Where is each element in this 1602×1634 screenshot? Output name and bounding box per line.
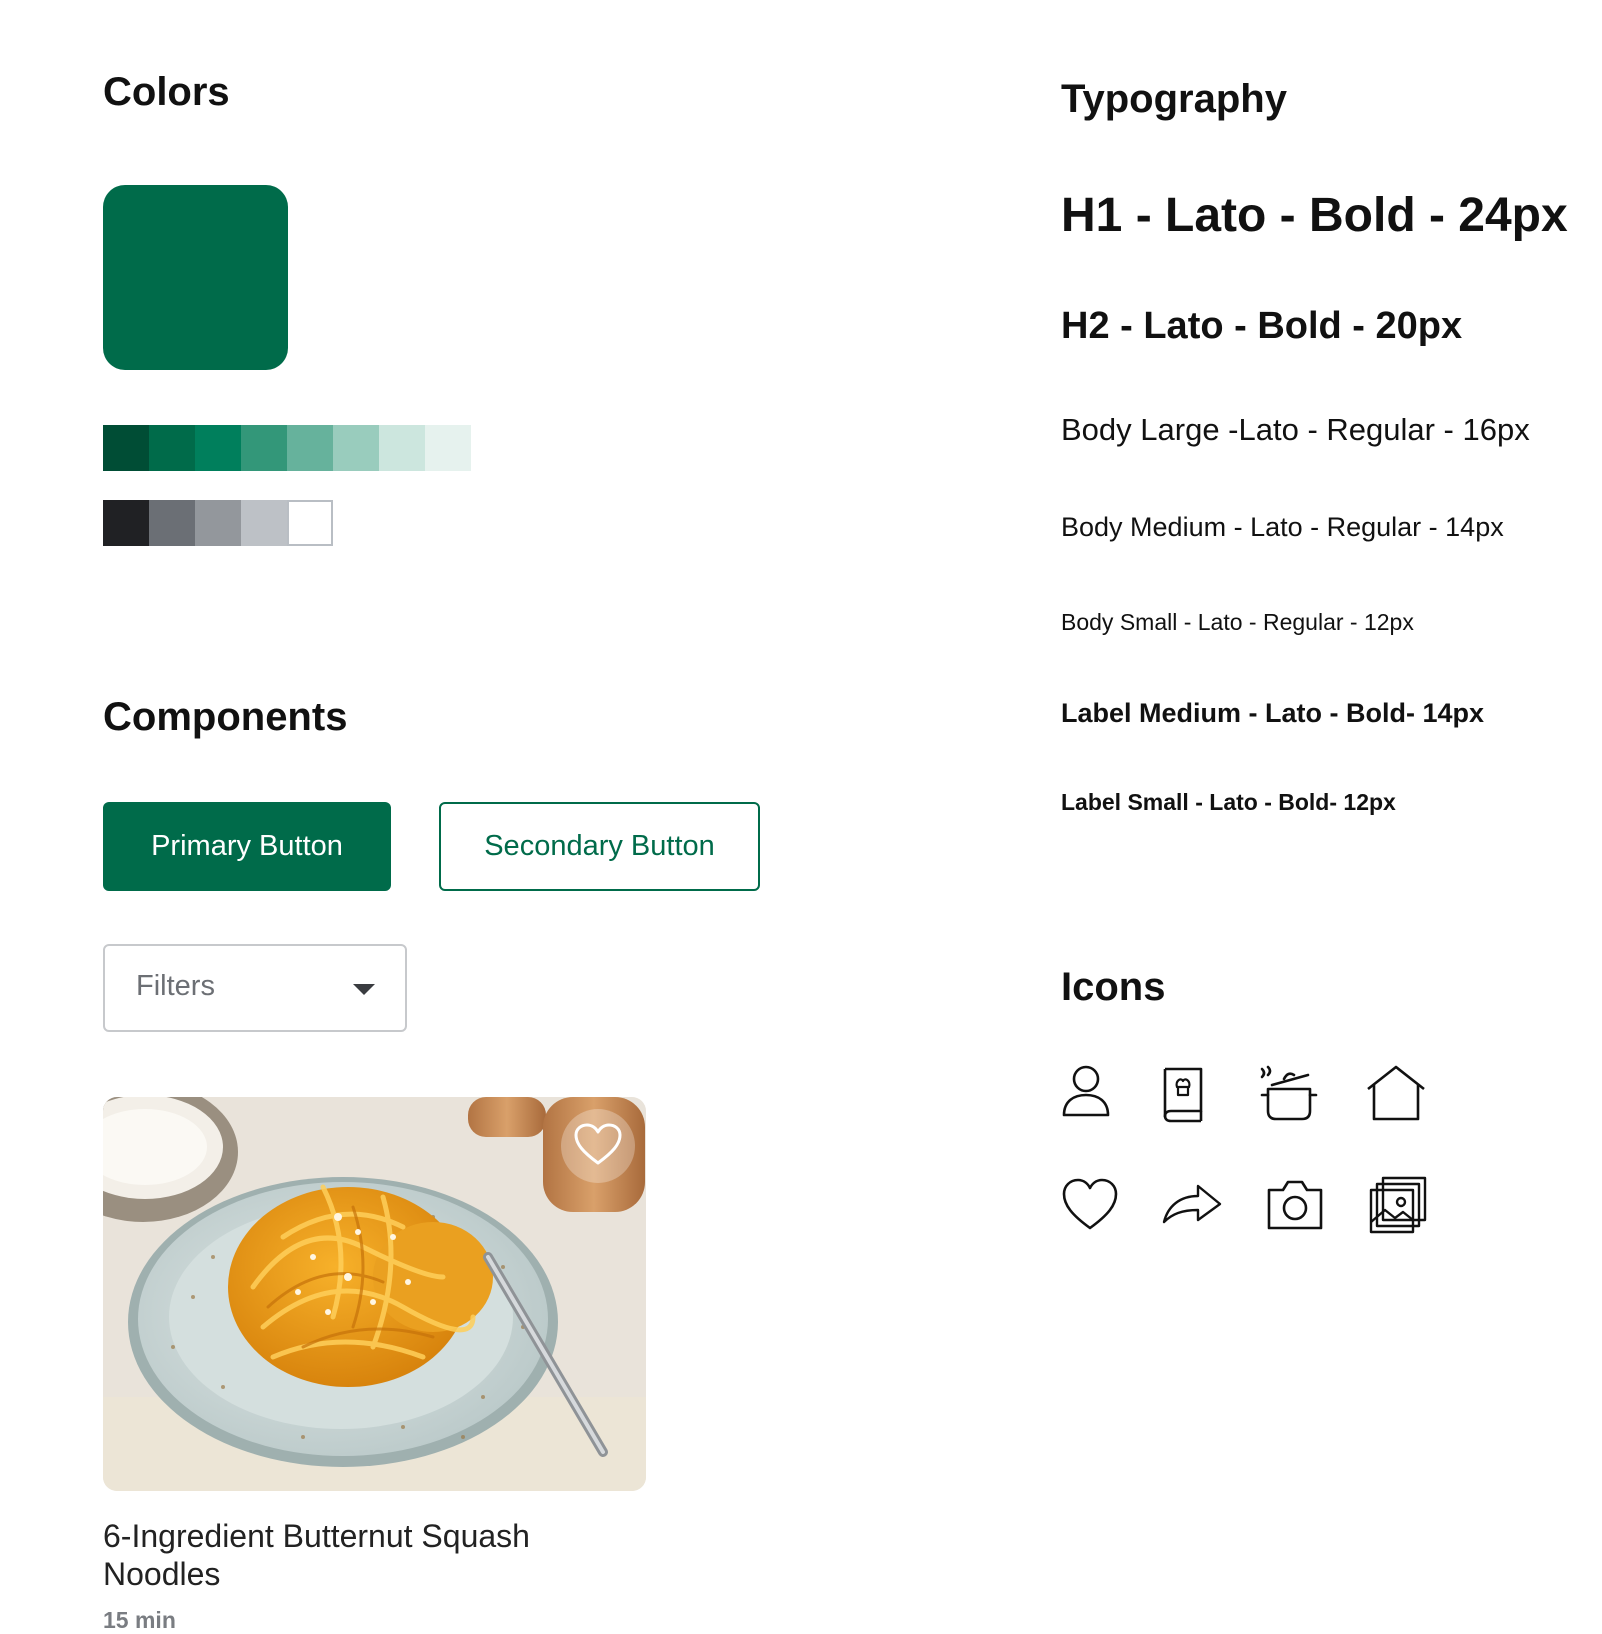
neutral-swatch-3 <box>195 500 241 546</box>
user-icon[interactable] <box>1054 1061 1118 1125</box>
type-sample-h1: H1 - Lato - Bold - 24px <box>1061 189 1568 242</box>
favorite-button[interactable] <box>561 1109 635 1183</box>
green-swatch-7 <box>379 425 425 471</box>
share-arrow-icon[interactable] <box>1160 1172 1224 1236</box>
icons-heading: Icons <box>1061 965 1166 1009</box>
green-swatch-2 <box>149 425 195 471</box>
type-sample-body-medium: Body Medium - Lato - Regular - 14px <box>1061 512 1504 542</box>
neutral-swatch-4 <box>241 500 287 546</box>
cookbook-icon[interactable] <box>1151 1061 1215 1125</box>
neutral-palette <box>103 500 333 546</box>
heart-icon[interactable] <box>1058 1172 1122 1236</box>
home-icon[interactable] <box>1364 1061 1428 1125</box>
heart-outline-icon <box>573 1122 623 1171</box>
neutral-swatch-5 <box>287 500 333 546</box>
type-sample-h2: H2 - Lato - Bold - 20px <box>1061 305 1463 347</box>
neutral-swatch-2 <box>149 500 195 546</box>
chevron-down-icon <box>353 984 375 995</box>
green-swatch-3 <box>195 425 241 471</box>
green-palette <box>103 425 471 471</box>
brand-color-swatch <box>103 185 288 370</box>
green-swatch-8 <box>425 425 471 471</box>
recipe-card-title[interactable]: 6-Ingredient Butternut Squash Noodles <box>103 1517 623 1593</box>
filters-dropdown[interactable]: Filters <box>103 944 407 1032</box>
green-swatch-1 <box>103 425 149 471</box>
type-sample-label-medium: Label Medium - Lato - Bold- 14px <box>1061 698 1485 728</box>
cooking-pot-icon[interactable] <box>1254 1061 1318 1125</box>
components-heading: Components <box>103 695 348 739</box>
image-gallery-icon[interactable] <box>1367 1172 1431 1236</box>
secondary-button[interactable]: Secondary Button <box>439 802 760 891</box>
typography-heading: Typography <box>1061 77 1287 121</box>
filters-value: Filters <box>136 970 215 1002</box>
green-swatch-5 <box>287 425 333 471</box>
type-sample-body-small: Body Small - Lato - Regular - 12px <box>1061 609 1414 635</box>
recipe-card-time: 15 min <box>103 1607 176 1633</box>
neutral-swatch-1 <box>103 500 149 546</box>
camera-icon[interactable] <box>1263 1172 1327 1236</box>
type-sample-body-large: Body Large -Lato - Regular - 16px <box>1061 412 1530 447</box>
primary-button[interactable]: Primary Button <box>103 802 391 891</box>
type-sample-label-small: Label Small - Lato - Bold- 12px <box>1061 789 1396 815</box>
green-swatch-6 <box>333 425 379 471</box>
colors-heading: Colors <box>103 70 230 114</box>
green-swatch-4 <box>241 425 287 471</box>
